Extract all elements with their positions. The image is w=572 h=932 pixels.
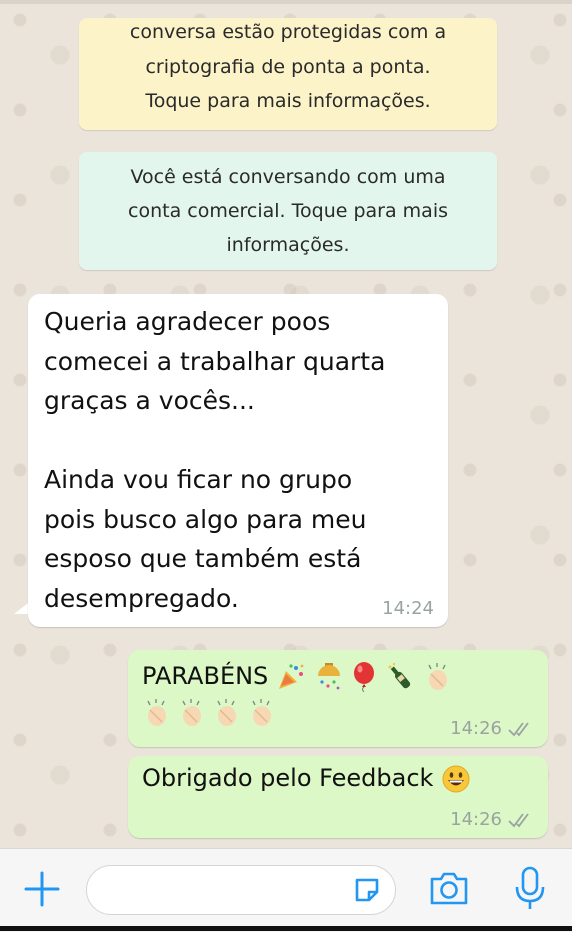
message-line: comecei a trabalhar quarta: [44, 346, 386, 376]
business-line: conta comercial. Toque para mais: [128, 200, 448, 222]
microphone-icon[interactable]: [512, 865, 548, 913]
confetti-ball-emoji: [317, 663, 340, 690]
party-popper-emoji: [278, 664, 304, 689]
double-check-icon: [508, 722, 529, 737]
message-timestamp: 14:26: [450, 809, 502, 830]
message-timestamp: 14:26: [450, 718, 502, 739]
outgoing-message[interactable]: PARABÉNS 14:26: [128, 650, 548, 747]
clapping-emoji-row: [142, 698, 277, 728]
message-line: esposo que também está: [44, 544, 362, 573]
encryption-line: criptografia de ponta a ponta.: [145, 56, 431, 78]
clapping-hands-emoji: [182, 699, 202, 726]
champagne-emoji: [388, 662, 411, 689]
clapping-hands-emoji: [252, 699, 272, 726]
message-text: Obrigado pelo Feedback: [142, 764, 434, 792]
sticker-icon[interactable]: [353, 876, 381, 904]
outgoing-message[interactable]: Obrigado pelo Feedback 14:26: [128, 756, 548, 838]
business-account-notice[interactable]: Você está conversando com uma conta come…: [79, 152, 497, 270]
message-timestamp: 14:24: [382, 598, 434, 619]
encryption-notice[interactable]: conversa estão protegidas com a criptogr…: [79, 18, 497, 130]
incoming-message-text: Queria agradecer poos comecei a trabalha…: [44, 302, 434, 618]
message-line: Queria agradecer poos: [44, 307, 331, 336]
clapping-hands-emoji: [217, 699, 237, 726]
camera-icon[interactable]: [428, 869, 470, 909]
message-line: desempregado.: [44, 583, 239, 613]
message-input[interactable]: [86, 865, 396, 915]
message-text: PARABÉNS: [142, 662, 269, 690]
incoming-message[interactable]: Queria agradecer poos comecei a trabalha…: [28, 294, 448, 627]
clapping-hands-emoji: [427, 663, 447, 690]
home-indicator-bar: [0, 926, 572, 931]
outgoing-message-text: PARABÉNS: [142, 662, 453, 692]
encryption-line: conversa estão protegidas com a: [129, 21, 447, 43]
plus-icon[interactable]: [22, 869, 62, 909]
message-line: pois busco algo para meu: [44, 504, 367, 534]
message-line: Ainda vou ficar no grupo: [44, 465, 353, 494]
grinning-face-emoji: [442, 765, 470, 793]
business-line: informações.: [226, 234, 350, 256]
encryption-line: Toque para mais informações.: [145, 90, 431, 112]
message-line: graças a vocês...: [44, 386, 255, 415]
balloon-emoji: [354, 662, 375, 692]
message-composer: [0, 848, 572, 932]
clapping-hands-emoji: [147, 699, 166, 726]
message-line: [44, 421, 434, 461]
business-line: Você está conversando com uma: [130, 166, 446, 188]
header-edge: [0, 0, 572, 4]
double-check-icon: [508, 813, 529, 828]
outgoing-message-text: Obrigado pelo Feedback: [142, 764, 471, 794]
